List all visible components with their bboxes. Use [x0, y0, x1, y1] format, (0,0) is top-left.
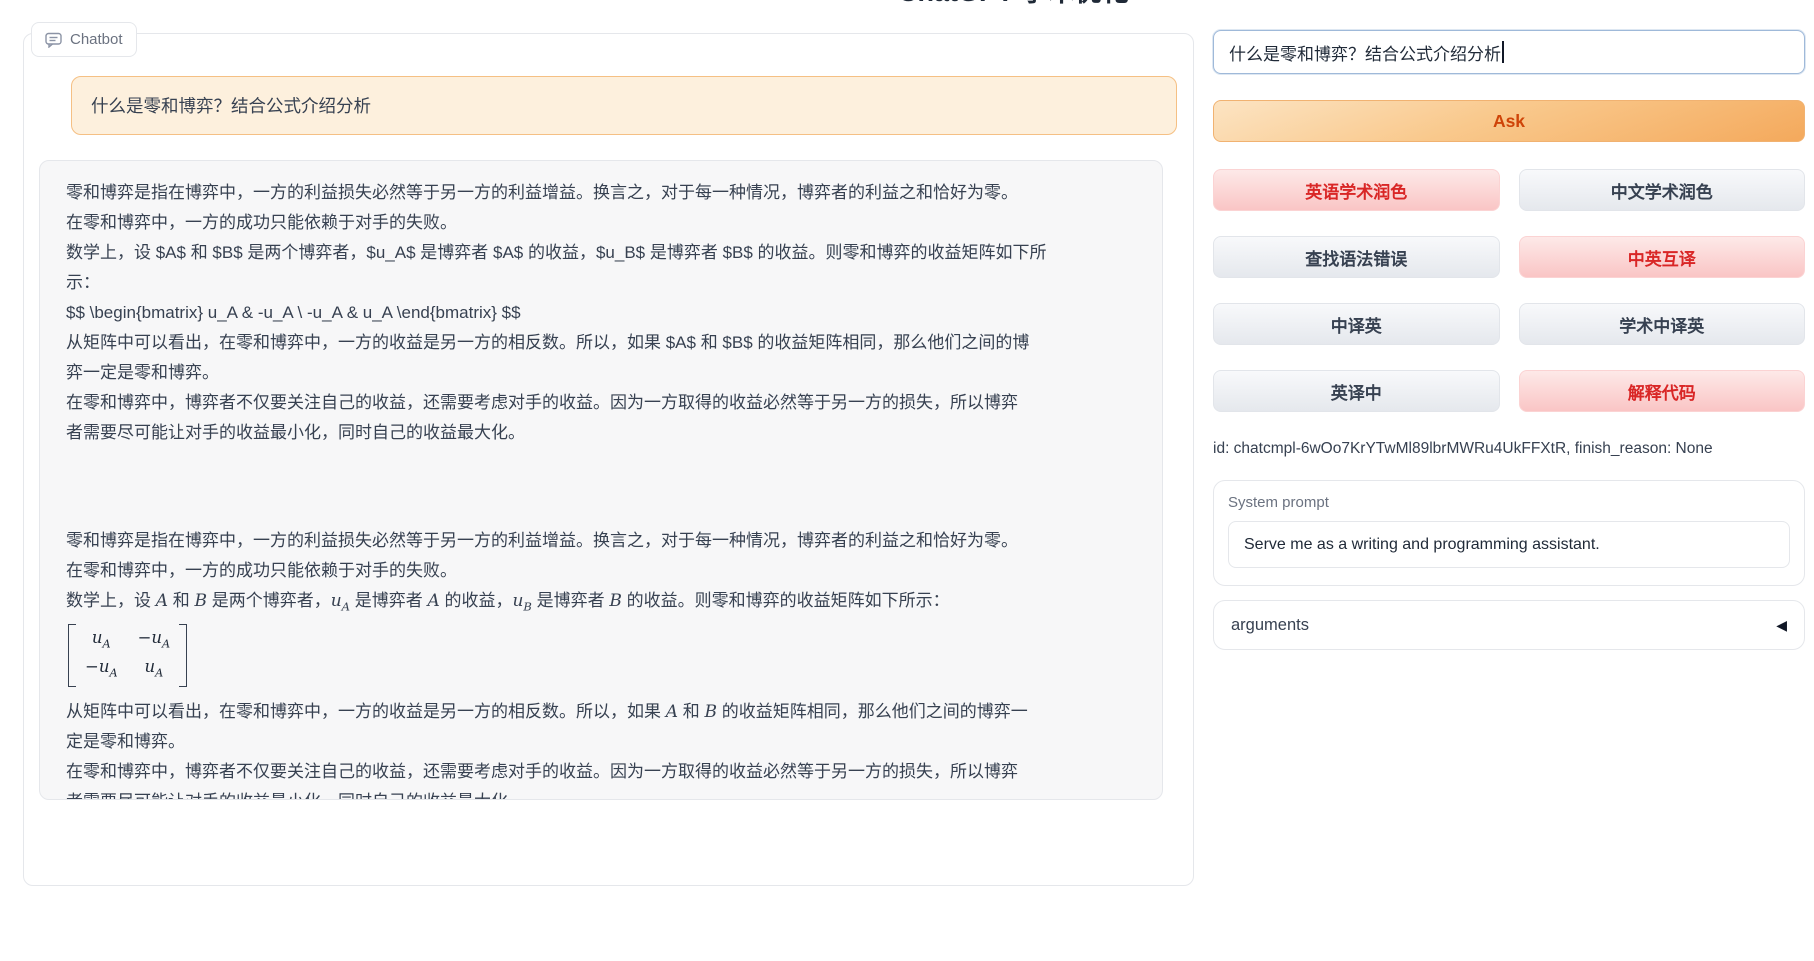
chatbot-label-text: Chatbot: [70, 31, 123, 48]
query-input-value: 什么是零和博弈？结合公式介绍分析: [1229, 40, 1501, 65]
raw-line: 从矩阵中可以看出，在零和博弈中，一方的收益是另一方的相反数。所以，如果 $A$ …: [66, 328, 1136, 358]
matrix-cell: −uA: [138, 627, 171, 655]
raw-line: 零和博弈是指在博弈中，一方的利益损失必然等于另一方的利益增益。换言之，对于每一种…: [66, 178, 1136, 208]
matrix-left-bracket: [68, 624, 76, 687]
raw-line: 在零和博弈中，一方的成功只能依赖于对手的失败。: [66, 208, 1136, 238]
arguments-accordion[interactable]: arguments ◀: [1213, 600, 1805, 650]
system-prompt-card: System prompt Serve me as a writing and …: [1213, 480, 1805, 586]
chat-bubble-icon: [45, 32, 62, 48]
matrix-cell: uA: [92, 627, 111, 655]
rendered-line: 从矩阵中可以看出，在零和博弈中，一方的收益是另一方的相反数。所以，如果 A 和 …: [66, 697, 1136, 727]
matrix-cell: −uA: [85, 656, 118, 684]
fn-button-en-to-zh[interactable]: 英译中: [1213, 370, 1500, 412]
bot-message-bubble: 零和博弈是指在博弈中，一方的利益损失必然等于另一方的利益增益。换言之，对于每一种…: [39, 160, 1163, 800]
fn-button-chinese-academic-polish[interactable]: 中文学术润色: [1519, 169, 1806, 211]
system-prompt-label: System prompt: [1228, 494, 1790, 511]
rendered-line: 定是零和博弈。: [66, 727, 1136, 757]
user-message-text: 什么是零和博弈？结合公式介绍分析: [91, 93, 371, 118]
bot-answer-rendered: 零和博弈是指在博弈中，一方的利益损失必然等于另一方的利益增益。换言之，对于每一种…: [66, 526, 1136, 800]
fn-button-zh-to-en[interactable]: 中译英: [1213, 303, 1500, 345]
raw-latex-matrix-line: $$ \begin{bmatrix} u_A & -u_A \ -u_A & u…: [66, 298, 1136, 328]
query-input[interactable]: 什么是零和博弈？结合公式介绍分析: [1213, 30, 1805, 74]
fn-button-english-academic-polish[interactable]: 英语学术润色: [1213, 169, 1500, 211]
collapse-triangle-icon: ◀: [1776, 617, 1787, 634]
bot-answer-raw: 零和博弈是指在博弈中，一方的利益损失必然等于另一方的利益增益。换言之，对于每一种…: [66, 178, 1136, 448]
matrix-right-bracket: [179, 624, 187, 687]
system-prompt-value: Serve me as a writing and programming as…: [1244, 536, 1600, 554]
raw-line: 者需要尽可能让对手的收益最小化，同时自己的收益最大化。: [66, 418, 1136, 448]
control-column: 什么是零和博弈？结合公式介绍分析 Ask 英语学术润色 中文学术润色 查找语法错…: [1213, 0, 1805, 650]
system-prompt-input[interactable]: Serve me as a writing and programming as…: [1228, 521, 1790, 568]
raw-line: 示：: [66, 268, 1136, 298]
text-cursor: [1502, 41, 1504, 63]
rendered-line: 零和博弈是指在博弈中，一方的利益损失必然等于另一方的利益增益。换言之，对于每一种…: [66, 526, 1136, 556]
fn-button-find-grammar-errors[interactable]: 查找语法错误: [1213, 236, 1500, 278]
ask-button[interactable]: Ask: [1213, 100, 1805, 142]
page-title: ChatGPT 学术优化: [898, 0, 1129, 9]
fn-button-explain-code[interactable]: 解释代码: [1519, 370, 1806, 412]
matrix-cell: uA: [144, 656, 163, 684]
chatbot-panel-label: Chatbot: [31, 22, 137, 57]
fn-button-academic-zh-to-en[interactable]: 学术中译英: [1519, 303, 1806, 345]
rendered-line: 在零和博弈中，一方的成功只能依赖于对手的失败。: [66, 556, 1136, 586]
rendered-math-intro: 数学上，设 A 和 B 是两个博弈者，uA 是博弈者 A 的收益，uB 是博弈者…: [66, 586, 1136, 621]
payoff-matrix: uA −uA −uA uA: [68, 624, 187, 687]
user-message-bubble: 什么是零和博弈？结合公式介绍分析: [71, 76, 1177, 135]
fn-button-zh-en-mutual-translate[interactable]: 中英互译: [1519, 236, 1806, 278]
raw-line: 数学上，设 $A$ 和 $B$ 是两个博弈者，$u_A$ 是博弈者 $A$ 的收…: [66, 238, 1136, 268]
raw-line: 弈一定是零和博弈。: [66, 358, 1136, 388]
completion-status-text: id: chatcmpl-6wOo7KrYTwMl89lbrMWRu4UkFFX…: [1213, 440, 1805, 458]
rendered-line: 者需要尽可能让对手的收益最小化，同时自己的收益最大化。: [66, 787, 1136, 800]
arguments-label: arguments: [1231, 616, 1309, 635]
rendered-line: 在零和博弈中，博弈者不仅要关注自己的收益，还需要考虑对手的收益。因为一方取得的收…: [66, 757, 1136, 787]
raw-line: 在零和博弈中，博弈者不仅要关注自己的收益，还需要考虑对手的收益。因为一方取得的收…: [66, 388, 1136, 418]
function-button-grid: 英语学术润色 中文学术润色 查找语法错误 中英互译 中译英 学术中译英 英译中 …: [1213, 169, 1805, 412]
chatbot-panel[interactable]: Chatbot 什么是零和博弈？结合公式介绍分析 零和博弈是指在博弈中，一方的利…: [23, 33, 1194, 886]
